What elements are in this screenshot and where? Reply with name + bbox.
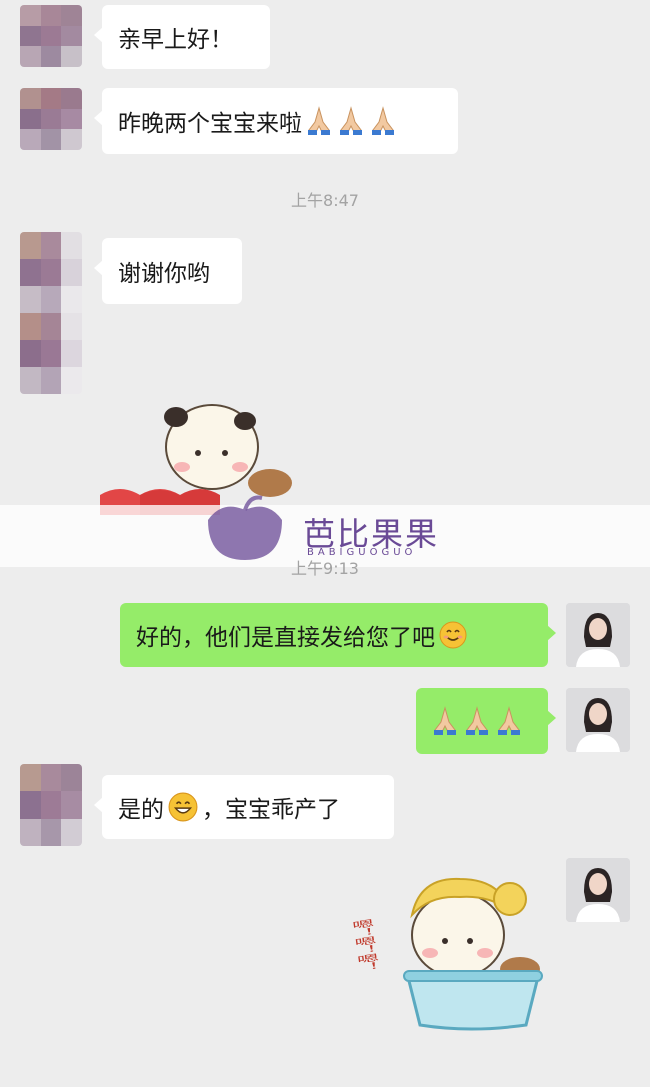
message-text: 亲早上好！ <box>118 27 233 53</box>
message-bubble[interactable]: 亲早上好！ <box>94 5 270 69</box>
message-text: 谢谢你哟 <box>118 261 210 287</box>
timestamp: 上午9:13 <box>291 559 359 578</box>
message-bubble[interactable]: 昨晚两个宝宝来啦 <box>94 88 458 154</box>
message-text: 是的 <box>118 797 164 823</box>
sticker-text: 嗯！嗯！嗯！ <box>350 918 380 973</box>
smile-emoji <box>439 621 467 649</box>
message-bubble-outgoing[interactable]: 好的，他们是直接发给您了吧 <box>120 603 556 667</box>
message-text: 好的，他们是直接发给您了吧 <box>136 625 435 651</box>
contact-avatar[interactable] <box>20 5 82 67</box>
user-avatar[interactable] <box>566 603 630 667</box>
contact-avatar[interactable] <box>20 88 82 150</box>
praying-hands-emoji <box>432 706 522 736</box>
bath-sticker[interactable]: 嗯！嗯！嗯！ <box>350 865 550 1035</box>
message-text: 昨晚两个宝宝来啦 <box>118 111 302 137</box>
contact-avatar[interactable] <box>20 764 82 846</box>
timestamp: 上午8:47 <box>291 191 359 210</box>
watermark-brand-en: BABIGUOGUO <box>307 547 417 558</box>
praying-hands-emoji <box>306 106 396 136</box>
user-avatar[interactable] <box>566 858 630 922</box>
message-bubble[interactable]: 谢谢你哟 <box>94 238 242 304</box>
message-bubble[interactable]: 是的 ，宝宝乖产了 <box>94 775 394 839</box>
user-avatar[interactable] <box>566 688 630 752</box>
brand-logo <box>208 495 282 560</box>
grin-emoji <box>168 792 198 822</box>
message-text: ，宝宝乖产了 <box>202 797 340 823</box>
message-bubble-outgoing[interactable] <box>416 688 556 754</box>
contact-avatar[interactable] <box>20 232 82 394</box>
